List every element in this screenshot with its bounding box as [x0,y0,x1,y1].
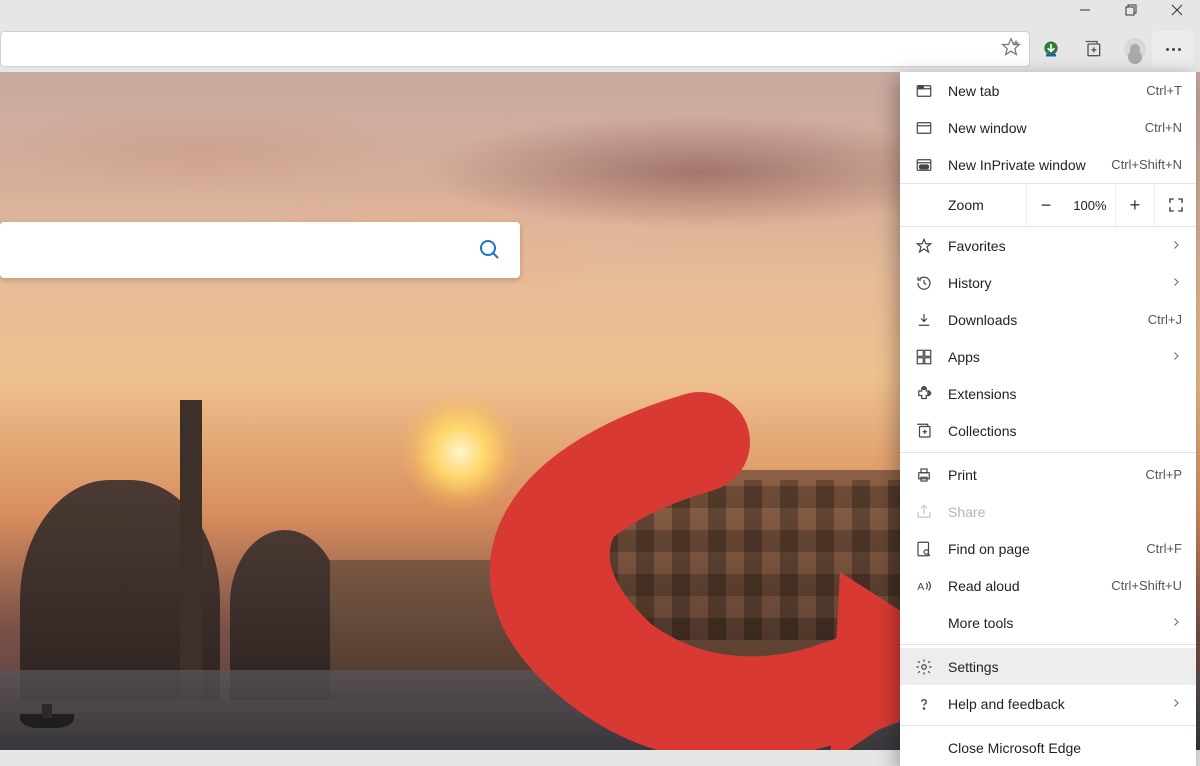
menu-item-label: Collections [948,423,1182,439]
add-favorite-icon[interactable] [1001,37,1021,62]
menu-share: Share [900,493,1196,530]
toolbar [0,26,1200,72]
menu-item-shortcut: Ctrl+T [1146,83,1182,98]
menu-more-tools[interactable]: More tools [900,604,1196,641]
search-box[interactable] [0,222,520,278]
minimize-button[interactable] [1062,0,1108,20]
menu-item-label: Extensions [948,386,1182,402]
more-menu-button[interactable] [1152,31,1194,67]
menu-item-label: New window [948,120,1145,136]
menu-settings[interactable]: Settings [900,648,1196,685]
menu-read-aloud[interactable]: A Read aloud Ctrl+Shift+U [900,567,1196,604]
menu-find[interactable]: Find on page Ctrl+F [900,530,1196,567]
svg-text:A: A [917,580,924,592]
chevron-right-icon [1170,238,1182,254]
zoom-value: 100% [1065,198,1114,213]
new-tab-icon [914,81,934,101]
chevron-right-icon [1170,696,1182,712]
menu-separator [900,644,1196,645]
address-bar[interactable] [0,31,1030,67]
menu-item-label: Close Microsoft Edge [948,740,1182,756]
history-icon [914,273,934,293]
menu-separator [900,725,1196,726]
menu-close-edge[interactable]: Close Microsoft Edge [900,729,1196,766]
settings-icon [914,657,934,677]
help-icon [914,694,934,714]
menu-extensions[interactable]: Extensions [900,375,1196,412]
zoom-in-button[interactable]: + [1115,183,1155,227]
menu-downloads[interactable]: Downloads Ctrl+J [900,301,1196,338]
collections-icon [914,421,934,441]
menu-item-label: Settings [948,659,1182,675]
toolbar-icons [1034,38,1152,60]
chevron-right-icon [1170,349,1182,365]
maximize-button[interactable] [1108,0,1154,20]
print-icon [914,465,934,485]
zoom-label: Zoom [900,197,1026,213]
menu-new-tab[interactable]: New tab Ctrl+T [900,72,1196,109]
menu-collections[interactable]: Collections [900,412,1196,449]
read-aloud-icon: A [914,576,934,596]
menu-item-shortcut: Ctrl+P [1146,467,1182,482]
menu-item-shortcut: Ctrl+Shift+U [1111,578,1182,593]
menu-favorites[interactable]: Favorites [900,227,1196,264]
menu-item-label: Help and feedback [948,696,1170,712]
find-icon [914,539,934,559]
chevron-right-icon [1170,275,1182,291]
menu-item-shortcut: Ctrl+Shift+N [1111,157,1182,172]
close-button[interactable] [1154,0,1200,20]
zoom-out-button[interactable]: − [1026,183,1066,227]
new-window-icon [914,118,934,138]
favorites-icon [914,236,934,256]
chevron-right-icon [1170,615,1182,631]
fullscreen-button[interactable] [1154,183,1196,227]
menu-item-shortcut: Ctrl+J [1148,312,1182,327]
menu-item-label: More tools [948,615,1170,631]
menu-item-shortcut: Ctrl+F [1146,541,1182,556]
menu-zoom-row: Zoom − 100% + [900,183,1196,227]
menu-help[interactable]: Help and feedback [900,685,1196,722]
menu-print[interactable]: Print Ctrl+P [900,456,1196,493]
menu-item-label: New InPrivate window [948,157,1111,173]
menu-item-label: Read aloud [948,578,1111,594]
extensions-icon [914,384,934,404]
share-icon [914,502,934,522]
menu-separator [900,452,1196,453]
search-icon[interactable] [478,238,502,262]
apps-icon [914,347,934,367]
settings-menu: New tab Ctrl+T New window Ctrl+N New InP… [900,72,1196,766]
more-icon [1166,48,1181,51]
menu-new-window[interactable]: New window Ctrl+N [900,109,1196,146]
menu-item-label: New tab [948,83,1146,99]
collections-toolbar-icon[interactable] [1082,38,1104,60]
extension-idm-icon[interactable] [1040,38,1062,60]
menu-apps[interactable]: Apps [900,338,1196,375]
menu-item-label: Favorites [948,238,1170,254]
menu-new-inprivate[interactable]: New InPrivate window Ctrl+Shift+N [900,146,1196,183]
menu-item-label: Find on page [948,541,1146,557]
menu-history[interactable]: History [900,264,1196,301]
title-bar [0,0,1200,20]
menu-item-label: Downloads [948,312,1148,328]
downloads-icon [914,310,934,330]
menu-item-label: Apps [948,349,1170,365]
profile-icon[interactable] [1124,38,1146,60]
window-controls [1062,0,1200,20]
inprivate-icon [914,155,934,175]
menu-item-shortcut: Ctrl+N [1145,120,1182,135]
menu-item-label: History [948,275,1170,291]
menu-item-label: Print [948,467,1146,483]
menu-item-label: Share [948,504,1182,520]
